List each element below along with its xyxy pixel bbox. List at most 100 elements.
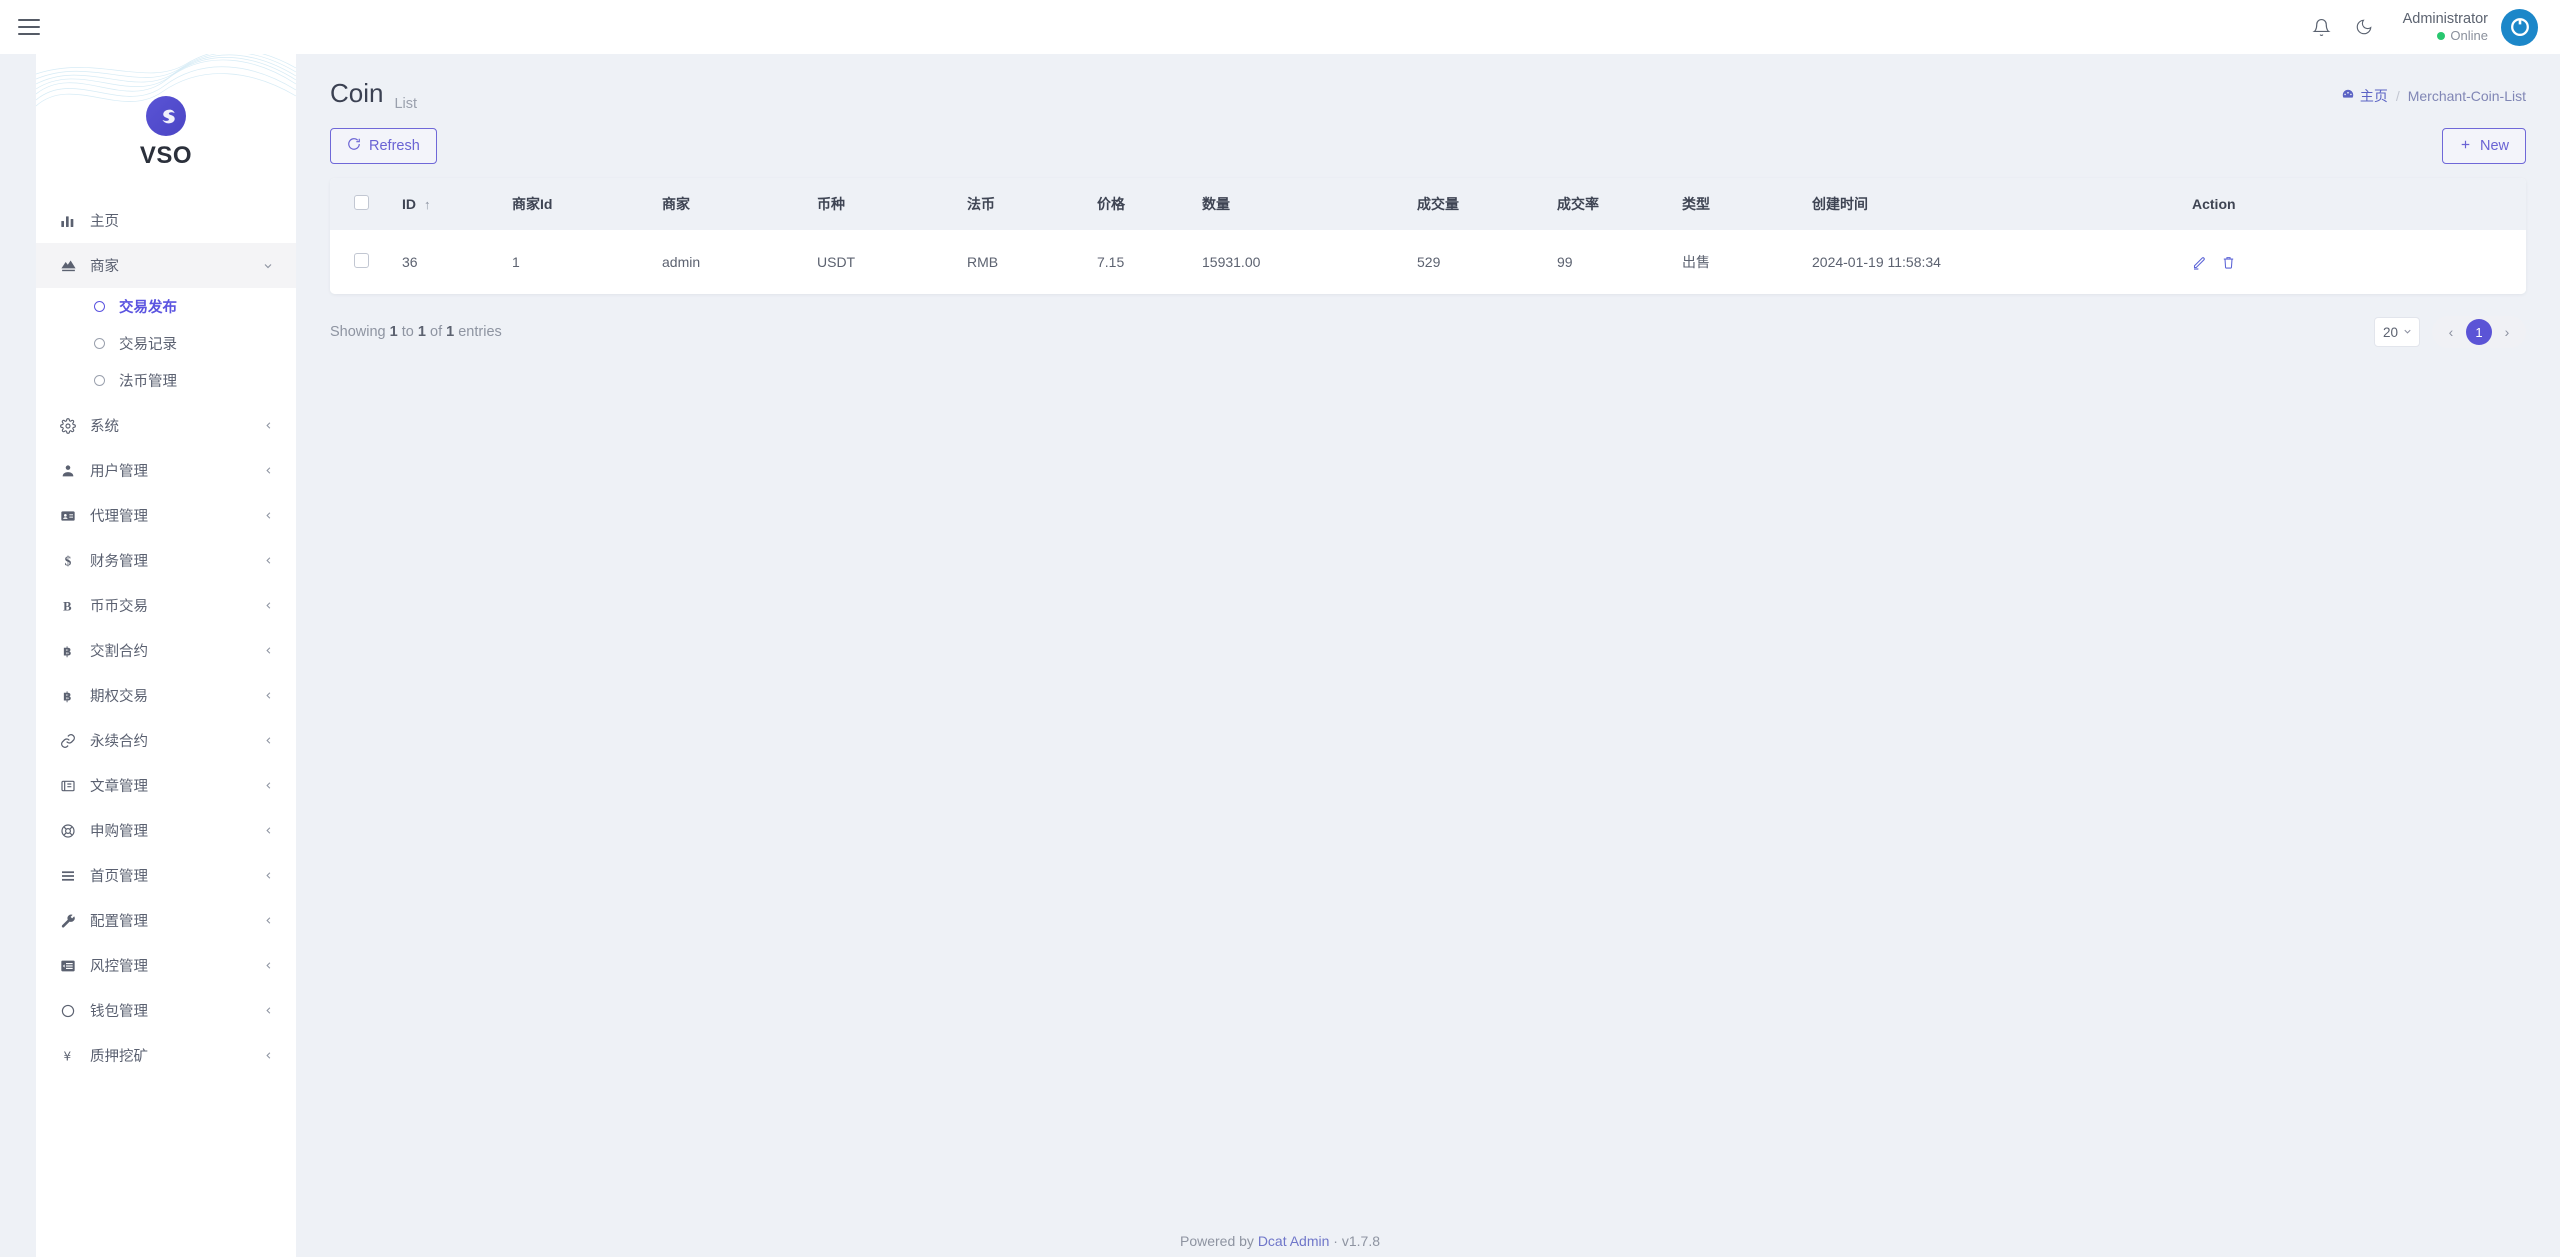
column-merchant[interactable]: 商家	[662, 178, 817, 230]
sidebar-item-label: 风控管理	[90, 959, 148, 975]
sidebar-item-label: 永续合约	[90, 734, 148, 750]
sidebar-item-delivery-contract[interactable]: ฿ 交割合约	[36, 628, 296, 673]
chevron-left-icon[interactable]	[263, 870, 274, 881]
per-page-select[interactable]: 20	[2374, 317, 2420, 347]
user-text: Administrator Online	[2403, 10, 2488, 44]
chevron-left-icon[interactable]	[263, 645, 274, 656]
to-word: to	[401, 324, 414, 340]
page-next-button[interactable]: ›	[2494, 319, 2520, 345]
bell-icon[interactable]	[2301, 6, 2343, 48]
edit-icon[interactable]	[2192, 255, 2207, 270]
refresh-button[interactable]: Refresh	[330, 128, 437, 164]
sidebar-item-finance-management[interactable]: $ 财务管理	[36, 538, 296, 583]
sidebar-item-label: 财务管理	[90, 554, 148, 570]
chevron-left-icon[interactable]	[263, 420, 274, 431]
user-icon	[60, 463, 84, 479]
column-volume[interactable]: 成交量	[1417, 178, 1557, 230]
yen-icon: ¥	[60, 1048, 84, 1064]
user-menu[interactable]: Administrator Online	[2403, 8, 2538, 46]
breadcrumb-home-link[interactable]: 主页	[2341, 86, 2388, 106]
sidebar-item-wallet-management[interactable]: 钱包管理	[36, 988, 296, 1033]
select-all-checkbox[interactable]	[354, 195, 369, 210]
sidebar-subitem-label: 法币管理	[119, 374, 177, 390]
sidebar-item-perpetual-contract[interactable]: 永续合约	[36, 718, 296, 763]
page-title: Coin	[330, 78, 384, 108]
new-button[interactable]: New	[2441, 128, 2526, 164]
column-quantity[interactable]: 数量	[1202, 178, 1417, 230]
entries-to: 1	[417, 324, 426, 340]
column-price[interactable]: 价格	[1097, 178, 1202, 230]
chevron-left-icon[interactable]	[263, 960, 274, 971]
sidebar-item-label: 文章管理	[90, 779, 148, 795]
powered-by-label: Powered by	[1179, 1233, 1254, 1249]
delete-icon[interactable]	[2221, 255, 2236, 270]
column-merchant-id[interactable]: 商家Id	[512, 178, 662, 230]
page-prev-button[interactable]: ‹	[2438, 319, 2464, 345]
column-type[interactable]: 类型	[1682, 178, 1812, 230]
sidebar-subitem-fiat-management[interactable]: 法币管理	[36, 362, 296, 399]
sidebar-item-coin-trade[interactable]: B 币币交易	[36, 583, 296, 628]
sidebar-item-label: 代理管理	[90, 509, 148, 525]
chevron-left-icon[interactable]	[263, 600, 274, 611]
sidebar-item-options-trade[interactable]: ฿ 期权交易	[36, 673, 296, 718]
sidebar-item-label: 申购管理	[90, 824, 148, 840]
sidebar-item-article-management[interactable]: 文章管理	[36, 763, 296, 808]
sidebar-item-agent-management[interactable]: 代理管理	[36, 493, 296, 538]
sidebar-subitem-trade-publish[interactable]: 交易发布	[36, 288, 296, 325]
sidebar-item-config-management[interactable]: 配置管理	[36, 898, 296, 943]
dcat-admin-link[interactable]: Dcat Admin	[1258, 1233, 1330, 1249]
sidebar-item-system[interactable]: 系统	[36, 403, 296, 448]
column-fiat[interactable]: 法币	[967, 178, 1097, 230]
table-row[interactable]: 36 1 admin USDT RMB 7.15 15931.00 529 99…	[330, 230, 2526, 294]
chevron-left-icon[interactable]	[263, 915, 274, 926]
sidebar-subitem-trade-records[interactable]: 交易记录	[36, 325, 296, 362]
sidebar-item-label: 钱包管理	[90, 1004, 148, 1020]
cell-quantity: 15931.00	[1202, 230, 1417, 294]
lifebuoy-icon	[60, 823, 84, 839]
sidebar-item-homepage-management[interactable]: 首页管理	[36, 853, 296, 898]
app-footer: Powered by Dcat Admin · v1.7.8	[0, 1233, 2560, 1249]
row-checkbox[interactable]	[354, 253, 369, 268]
of-word: of	[430, 324, 443, 340]
chevron-left-icon[interactable]	[263, 780, 274, 791]
entries-word: entries	[458, 324, 502, 340]
chevron-left-icon[interactable]	[263, 690, 274, 701]
column-created-at[interactable]: 创建时间	[1812, 178, 2192, 230]
column-coin[interactable]: 币种	[817, 178, 967, 230]
column-id[interactable]: ID ↑	[402, 178, 512, 230]
svg-text:฿: ฿	[63, 644, 71, 658]
chevron-down-icon[interactable]	[262, 260, 274, 272]
column-rate[interactable]: 成交率	[1557, 178, 1682, 230]
sidebar-item-merchant[interactable]: 商家	[36, 243, 296, 288]
chevron-left-icon[interactable]	[263, 825, 274, 836]
footer-dot: ·	[1333, 1233, 1338, 1249]
page-number-1[interactable]: 1	[2466, 319, 2492, 345]
topbar-right-group: Administrator Online	[2301, 0, 2538, 54]
chevron-left-icon[interactable]	[263, 1050, 274, 1061]
breadcrumb-home-label: 主页	[2359, 88, 2388, 104]
sidebar-item-label: 币币交易	[90, 599, 148, 615]
sidebar-item-subscription-management[interactable]: 申购管理	[36, 808, 296, 853]
sidebar-item-home[interactable]: 主页	[36, 198, 296, 243]
entries-summary: Showing 1 to 1 of 1 entries	[330, 324, 502, 340]
sidebar-item-risk-management[interactable]: 风控管理	[36, 943, 296, 988]
chevron-left-icon[interactable]	[263, 465, 274, 476]
sidebar-item-label: 主页	[90, 214, 119, 230]
chevron-left-icon[interactable]	[263, 510, 274, 521]
sidebar-item-staking-mining[interactable]: ¥ 质押挖矿	[36, 1033, 296, 1078]
avatar[interactable]	[2501, 8, 2538, 46]
table-head: ID ↑ 商家Id 商家 币种 法币 价格 数量 成交量 成交率 类型 创建时间 …	[330, 178, 2526, 230]
bitcoin-icon: ฿	[60, 643, 84, 659]
circle-icon	[94, 375, 105, 386]
moon-icon[interactable]	[2343, 6, 2385, 48]
sidebar-item-user-management[interactable]: 用户管理	[36, 448, 296, 493]
chevron-left-icon[interactable]	[263, 735, 274, 746]
cell-actions	[2192, 230, 2526, 294]
per-page-value: 20	[2383, 324, 2399, 340]
hamburger-menu-icon[interactable]	[18, 12, 48, 42]
chart-bars-icon	[60, 213, 84, 229]
column-select-all	[330, 178, 402, 230]
brand-name: VSO	[139, 142, 193, 169]
chevron-left-icon[interactable]	[263, 555, 274, 566]
chevron-left-icon[interactable]	[263, 1005, 274, 1016]
